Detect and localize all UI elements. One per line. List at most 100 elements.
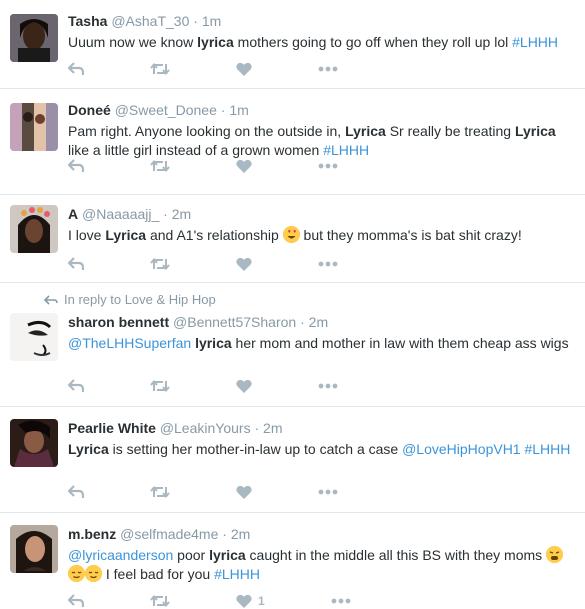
relieved-emoji-icon — [68, 565, 85, 582]
tweet-text: Pam right. Anyone looking on the outside… — [68, 122, 575, 160]
reply-button[interactable] — [68, 378, 84, 394]
like-icon — [236, 159, 252, 173]
reply-button[interactable] — [68, 256, 84, 272]
tweet[interactable]: Doneé @Sweet_Donee · 1m Pam right. Anyon… — [0, 89, 585, 195]
reply-icon — [68, 62, 84, 76]
more-button[interactable] — [318, 158, 338, 174]
retweet-icon — [150, 379, 170, 393]
username[interactable]: @selfmade4me — [120, 526, 218, 542]
more-button[interactable] — [318, 61, 338, 77]
retweet-button[interactable] — [150, 484, 170, 500]
mention-link[interactable]: @lyricaanderson — [68, 547, 173, 563]
more-button[interactable] — [318, 378, 338, 394]
username[interactable]: @Bennett57Sharon — [173, 314, 296, 330]
reply-icon — [68, 159, 84, 173]
reply-button[interactable] — [68, 593, 84, 609]
like-icon — [236, 62, 252, 76]
tweet[interactable]: A @Naaaaajj_ · 2m I love Lyrica and A1's… — [0, 195, 585, 283]
tweet[interactable]: Tasha @AshaT_30 · 1m Uuum now we know ly… — [0, 0, 585, 89]
like-icon — [236, 594, 252, 608]
tweet-text-segment: Pam right. Anyone looking on the outside… — [68, 123, 346, 139]
tweet-actions — [68, 61, 404, 77]
retweet-button[interactable] — [150, 61, 170, 77]
retweet-icon — [150, 594, 170, 608]
tweet-header: Pearlie White @LeakinYours · 2m — [68, 419, 575, 437]
hashtag-link[interactable]: #LHHH — [524, 441, 570, 457]
tweet-text-segment: I feel bad for you — [102, 566, 215, 582]
tweet-text-segment: like a little girl instead of a grown wo… — [68, 142, 324, 158]
tweet[interactable]: m.benz @selfmade4me · 2m @lyricaanderson… — [0, 513, 585, 608]
username[interactable]: @LeakinYours — [160, 420, 251, 436]
avatar[interactable] — [10, 103, 58, 151]
highlighted-keyword: Lyrica — [514, 123, 556, 139]
retweet-icon — [150, 485, 170, 499]
reply-icon — [68, 594, 84, 608]
retweet-button[interactable] — [150, 158, 170, 174]
display-name[interactable]: A — [68, 206, 78, 222]
tweet-header: Tasha @AshaT_30 · 1m — [68, 12, 575, 30]
tweet-text: Lyrica is setting her mother-in-law up t… — [68, 440, 575, 459]
mention-link[interactable]: @TheLHHSuperfan — [68, 335, 191, 351]
username[interactable]: @Sweet_Donee — [115, 102, 217, 118]
separator: · — [254, 420, 260, 436]
display-name[interactable]: Tasha — [68, 13, 107, 29]
reply-button[interactable] — [68, 484, 84, 500]
reply-button[interactable] — [68, 61, 84, 77]
display-name[interactable]: Pearlie White — [68, 420, 156, 436]
tweet-text-segment: mothers going to go off when they roll u… — [233, 34, 513, 50]
retweet-icon — [150, 62, 170, 76]
timestamp[interactable]: 2m — [231, 526, 250, 542]
like-button[interactable] — [236, 158, 252, 174]
more-button[interactable] — [318, 256, 338, 272]
timestamp[interactable]: 1m — [202, 13, 221, 29]
tweet-text: @lyricaanderson poor lyrica caught in th… — [68, 546, 575, 584]
retweet-button[interactable] — [150, 378, 170, 394]
retweet-button[interactable] — [150, 256, 170, 272]
username[interactable]: @Naaaaajj_ — [82, 206, 159, 222]
timestamp[interactable]: 2m — [172, 206, 191, 222]
more-button[interactable] — [331, 593, 351, 609]
timestamp[interactable]: 2m — [309, 314, 328, 330]
like-button[interactable]: 1 — [236, 593, 265, 609]
more-icon — [318, 261, 338, 267]
like-button[interactable] — [236, 484, 252, 500]
like-count: 1 — [258, 594, 265, 608]
retweet-button[interactable] — [150, 593, 170, 609]
reply-button[interactable] — [68, 158, 84, 174]
tweet[interactable]: Pearlie White @LeakinYours · 2m Lyrica i… — [0, 407, 585, 513]
timestamp[interactable]: 2m — [263, 420, 282, 436]
hashtag-link[interactable]: #LHHH — [323, 142, 369, 158]
like-button[interactable] — [236, 256, 252, 272]
retweet-icon — [150, 257, 170, 271]
more-icon — [318, 383, 338, 389]
hashtag-link[interactable]: #LHHH — [214, 566, 260, 582]
avatar[interactable] — [10, 14, 58, 62]
display-name[interactable]: m.benz — [68, 526, 116, 542]
avatar[interactable] — [10, 419, 58, 467]
tweet-actions — [68, 158, 404, 174]
tweet-header: sharon bennett @Bennett57Sharon · 2m — [68, 313, 575, 331]
display-name[interactable]: Doneé — [68, 102, 111, 118]
timestamp[interactable]: 1m — [229, 102, 248, 118]
like-button[interactable] — [236, 61, 252, 77]
tweet-text-segment: Uuum now we know — [68, 34, 198, 50]
highlighted-keyword: lyrica — [197, 34, 234, 50]
tweet[interactable]: In reply to Love & Hip Hop sharon bennet… — [0, 283, 585, 407]
avatar[interactable] — [10, 205, 58, 253]
like-button[interactable] — [236, 378, 252, 394]
avatar[interactable] — [10, 525, 58, 573]
reply-context[interactable]: In reply to Love & Hip Hop — [43, 292, 216, 307]
mention-link[interactable]: @LoveHipHopVH1 — [402, 441, 521, 457]
highlighted-keyword: lyrica — [195, 335, 232, 351]
username[interactable]: @AshaT_30 — [111, 13, 189, 29]
avatar[interactable] — [10, 313, 58, 361]
highlighted-keyword: Lyrica — [68, 441, 109, 457]
more-icon — [318, 489, 338, 495]
separator: · — [220, 102, 226, 118]
tweet-text-segment: poor — [173, 547, 210, 563]
display-name[interactable]: sharon bennett — [68, 314, 169, 330]
reply-context-text[interactable]: In reply to Love & Hip Hop — [64, 292, 216, 307]
highlighted-keyword: Lyrica — [345, 123, 386, 139]
more-button[interactable] — [318, 484, 338, 500]
hashtag-link[interactable]: #LHHH — [512, 34, 558, 50]
